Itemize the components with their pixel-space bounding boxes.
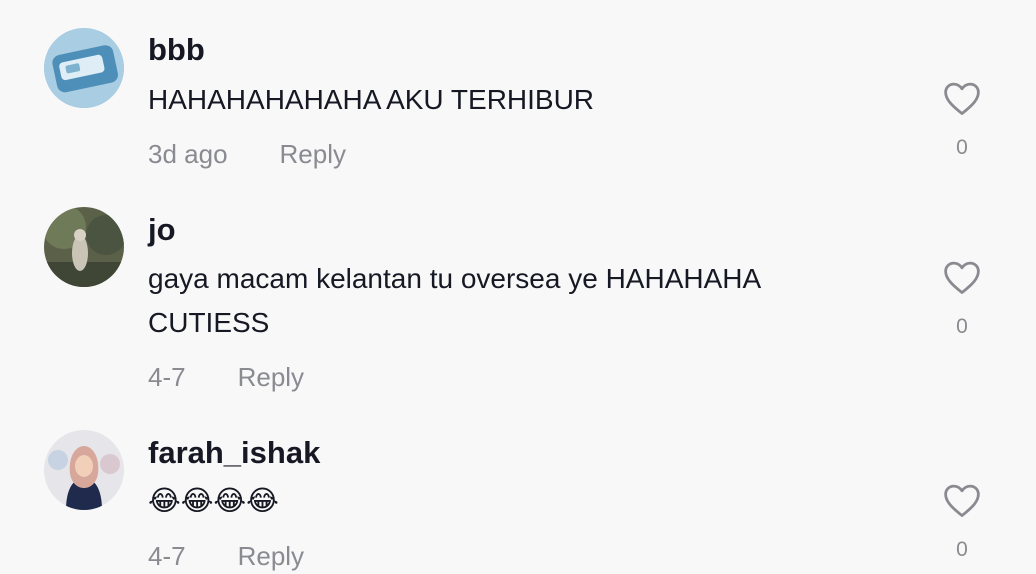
avatar[interactable] xyxy=(44,28,124,108)
like-count: 0 xyxy=(956,136,968,159)
like-count: 0 xyxy=(956,538,968,561)
username[interactable]: farah_ishak xyxy=(148,435,320,471)
comment-meta: 4-7 Reply xyxy=(148,541,304,572)
reply-button[interactable]: Reply xyxy=(238,541,304,571)
timestamp: 4-7 xyxy=(148,541,186,571)
comment-item: bbb HAHAHAHAHAHA AKU TERHIBUR 3d ago Repl… xyxy=(0,0,1036,190)
username[interactable]: bbb xyxy=(148,32,205,68)
comment-text: gaya macam kelantan tu oversea ye HAHAHA… xyxy=(148,263,760,338)
comment-meta: 4-7 Reply xyxy=(148,362,304,393)
avatar[interactable] xyxy=(44,207,124,287)
heart-outline-icon[interactable] xyxy=(942,482,982,518)
reply-button[interactable]: Reply xyxy=(280,139,346,169)
timestamp: 3d ago xyxy=(148,139,228,169)
timestamp: 4-7 xyxy=(148,362,186,392)
comment-meta: 3d ago Reply xyxy=(148,139,346,170)
like-button[interactable]: 0 xyxy=(938,482,986,562)
like-button[interactable]: 0 xyxy=(938,259,986,339)
heart-outline-icon[interactable] xyxy=(942,259,982,295)
reply-button[interactable]: Reply xyxy=(238,362,304,392)
comment-text: HAHAHAHAHAHA AKU TERHIBUR xyxy=(148,84,595,115)
comment-item: farah_ishak 😂😂😂😂 4-7 Reply 0 xyxy=(0,410,1036,574)
heart-outline-icon[interactable] xyxy=(942,80,982,116)
comment-item: jo gaya macam kelantan tu oversea ye HAH… xyxy=(0,190,1036,410)
like-count: 0 xyxy=(956,315,968,338)
like-button[interactable]: 0 xyxy=(938,80,986,160)
comment-text: 😂😂😂😂 xyxy=(148,485,279,516)
username[interactable]: jo xyxy=(148,212,176,248)
avatar[interactable] xyxy=(44,430,124,510)
